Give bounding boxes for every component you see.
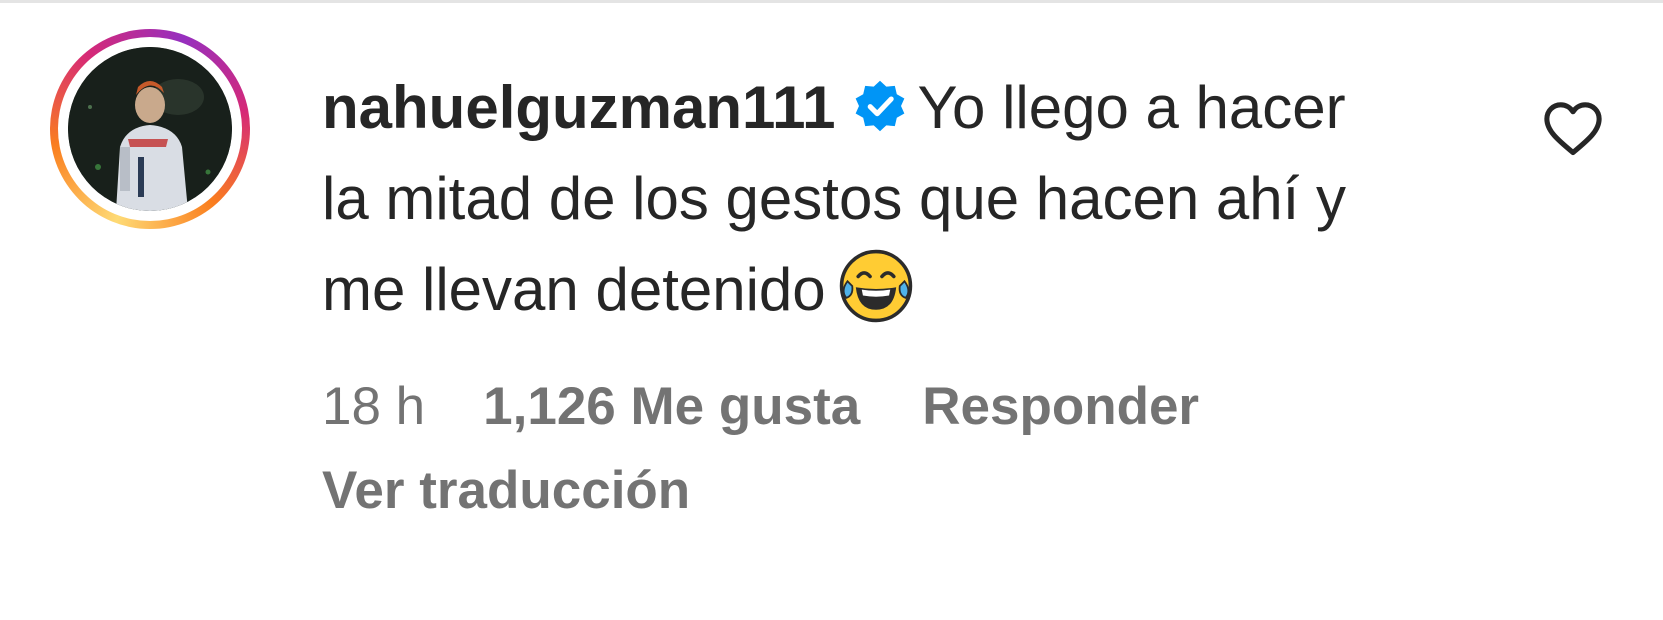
face-with-tears-of-joy-icon (839, 249, 912, 323)
verified-badge-icon (855, 80, 904, 132)
comment-body: nahuelguzman111 Yo llego a hacer la mita… (322, 62, 1402, 335)
avatar-story-ring[interactable] (50, 29, 250, 229)
see-translation-button[interactable]: Ver traducción (322, 456, 690, 526)
heart-outline-icon (1544, 102, 1602, 156)
comment-meta-row: 18 h 1,126 Me gusta Responder (322, 372, 1199, 442)
likes-count-link[interactable]: 1,126 Me gusta (483, 372, 860, 442)
username-link[interactable]: nahuelguzman111 (322, 74, 836, 141)
reply-button[interactable]: Responder (922, 372, 1199, 442)
avatar[interactable] (68, 47, 232, 211)
comment-timestamp[interactable]: 18 h (322, 372, 425, 442)
avatar-photo (68, 47, 232, 211)
like-button[interactable] (1541, 98, 1605, 158)
comment: nahuelguzman111 Yo llego a hacer la mita… (0, 0, 1663, 620)
